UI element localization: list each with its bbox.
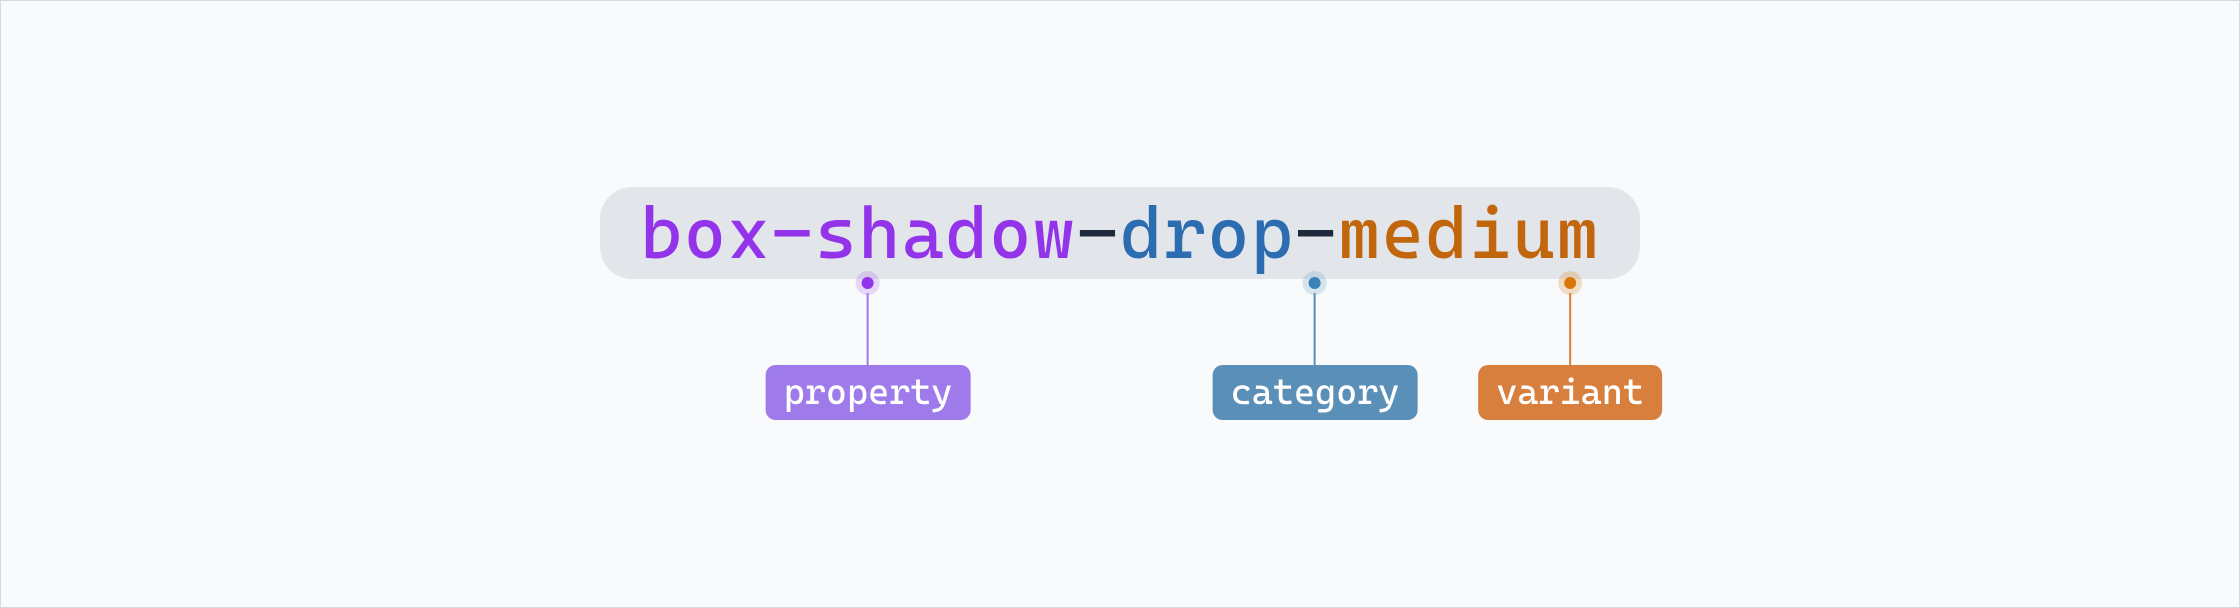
connector-dot-halo [1303, 271, 1327, 295]
token-segment-variant: medium [1338, 197, 1600, 269]
connector-line [867, 293, 869, 365]
connector-dot-icon [1564, 277, 1576, 289]
token-separator: - [1076, 197, 1120, 269]
token-segment-property: box-shadow [640, 197, 1076, 269]
annotation-tag-category: category [1213, 365, 1418, 420]
annotation-variant: variant [1478, 271, 1662, 420]
token-bar: box-shadow-drop-medium [600, 187, 1640, 279]
connector-line [1314, 293, 1316, 365]
annotation-tag-property: property [766, 365, 971, 420]
annotation-category: category [1213, 271, 1418, 420]
annotation-row: property category variant [600, 271, 1640, 421]
token-separator: - [1295, 197, 1339, 269]
token-segment-category: drop [1120, 197, 1295, 269]
token-anatomy-diagram: box-shadow-drop-medium property category… [600, 187, 1640, 421]
connector-dot-icon [1309, 277, 1321, 289]
connector-dot-icon [862, 277, 874, 289]
connector-line [1569, 293, 1571, 365]
connector-dot-halo [1558, 271, 1582, 295]
connector-dot-halo [856, 271, 880, 295]
annotation-tag-variant: variant [1478, 365, 1662, 420]
annotation-property: property [766, 271, 971, 420]
